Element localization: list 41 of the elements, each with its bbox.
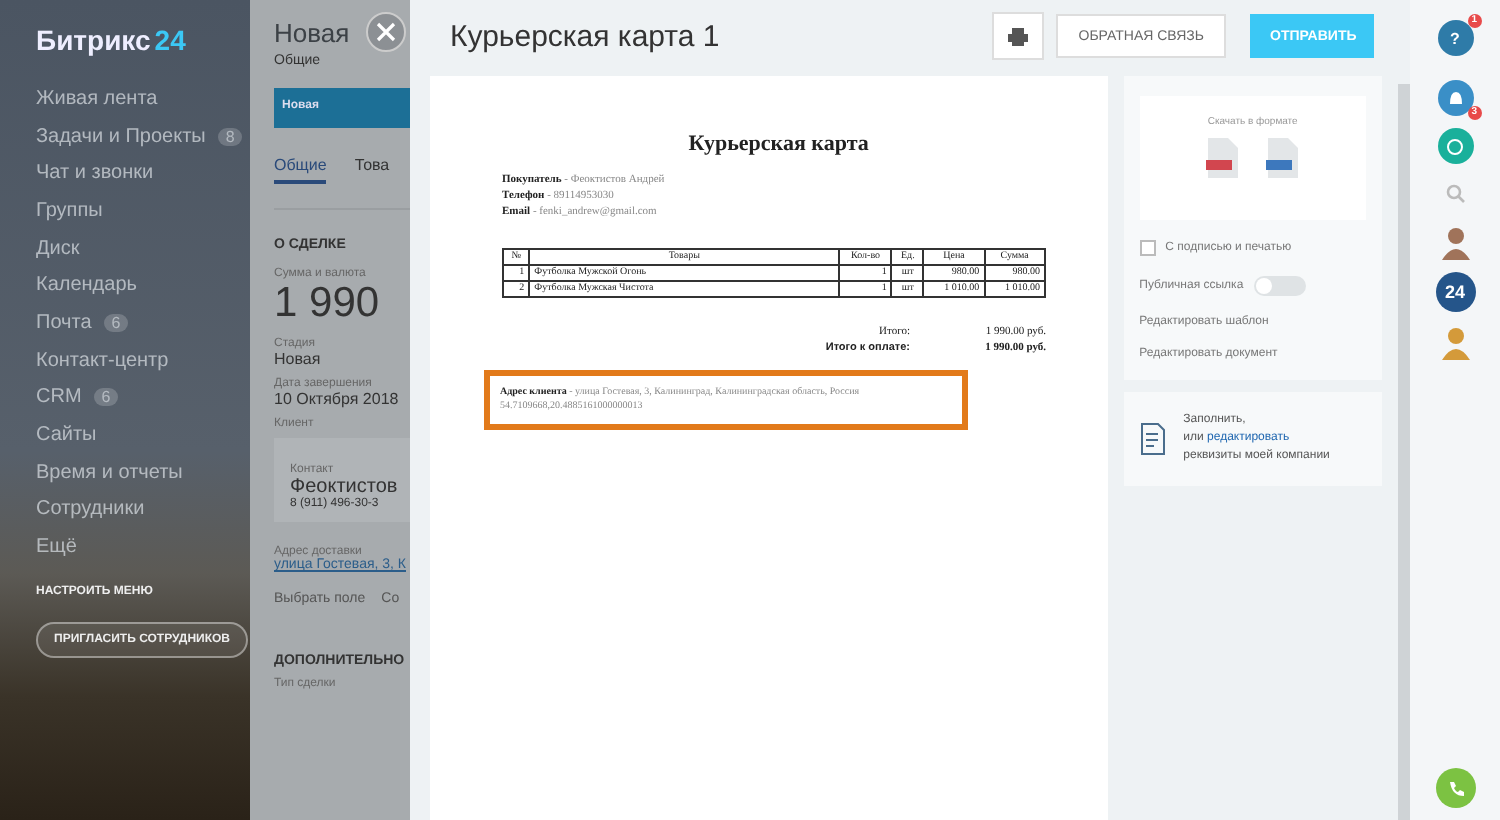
- menu-item[interactable]: Живая лента: [36, 87, 158, 110]
- menu-item[interactable]: Ещё: [36, 536, 77, 559]
- deal-title: Новая: [274, 18, 350, 48]
- logo[interactable]: Битрикс24: [36, 24, 250, 56]
- contact-name[interactable]: Феоктистов: [290, 476, 410, 498]
- tab[interactable]: Това: [354, 156, 390, 184]
- menu-item[interactable]: Чат и звонки: [36, 162, 154, 185]
- menu-item[interactable]: Календарь: [36, 274, 137, 297]
- toggle-switch[interactable]: [1253, 276, 1306, 296]
- search-icon[interactable]: [1445, 184, 1465, 204]
- menu-item[interactable]: Сотрудники: [36, 498, 145, 521]
- menu-item[interactable]: Контакт-центр: [36, 349, 169, 372]
- document-heading: Курьерская карта: [686, 132, 871, 156]
- avatar-icon[interactable]: [1437, 324, 1473, 360]
- tab[interactable]: Общие: [274, 156, 327, 184]
- menu-item[interactable]: Почта: [36, 311, 92, 334]
- phone-icon: [1447, 779, 1465, 797]
- menu-item[interactable]: Задачи и Проекты: [36, 125, 206, 148]
- menu-item[interactable]: Сайты: [36, 424, 97, 447]
- menu-item[interactable]: CRM: [36, 386, 82, 409]
- app-logo[interactable]: 24: [1435, 272, 1475, 312]
- print-button[interactable]: [992, 12, 1045, 60]
- counter-badge: 6: [93, 388, 119, 407]
- counter-badge: 6: [103, 313, 129, 332]
- file-icon[interactable]: [1206, 138, 1239, 178]
- scrollbar[interactable]: [1398, 84, 1410, 820]
- chat-button[interactable]: [1437, 128, 1473, 164]
- menu-item[interactable]: Группы: [36, 199, 103, 222]
- field-value: 10 Октября 2018: [274, 390, 401, 408]
- counter-badge: 8: [217, 127, 243, 146]
- field-value: 1 990: [274, 280, 382, 328]
- field-value: Новая: [274, 350, 323, 368]
- bell-icon: [1447, 89, 1463, 107]
- checkbox[interactable]: [1139, 240, 1156, 256]
- call-button[interactable]: [1436, 768, 1476, 808]
- panel-title: Курьерская карта 1: [450, 19, 722, 53]
- avatar-icon[interactable]: [1437, 224, 1473, 260]
- file-icon[interactable]: [1266, 138, 1299, 178]
- document-edit-icon: [1139, 422, 1168, 456]
- menu-item[interactable]: Время и отчеты: [36, 461, 183, 484]
- menu-item[interactable]: Диск: [36, 237, 80, 260]
